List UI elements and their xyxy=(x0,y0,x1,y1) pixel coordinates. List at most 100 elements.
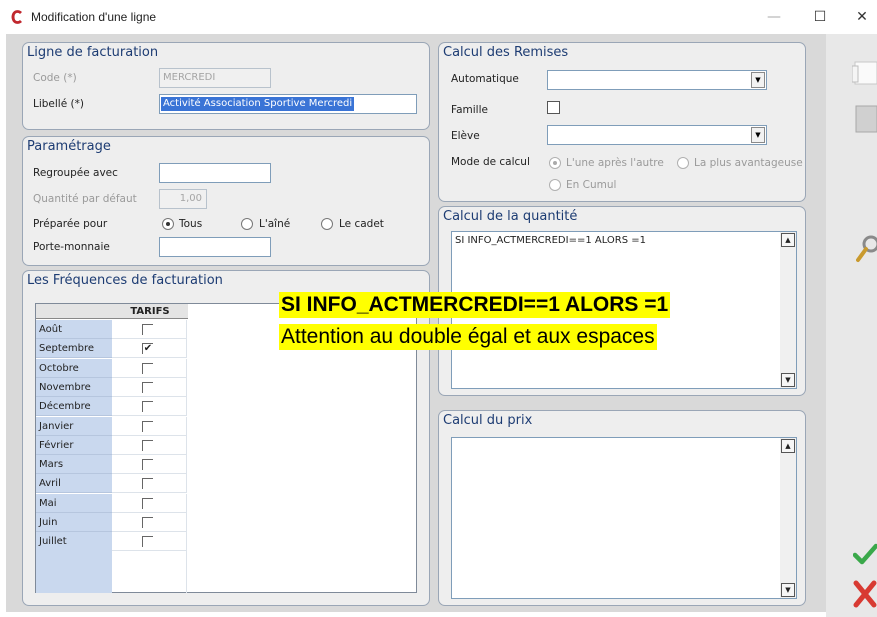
panel-title-remises: Calcul des Remises xyxy=(443,45,569,60)
close-button[interactable]: ✕ xyxy=(842,0,877,34)
scroll-down-icon[interactable]: ▼ xyxy=(781,583,795,597)
automatique-label: Automatique xyxy=(451,73,519,85)
radio-plus-avantageuse-label: La plus avantageuse xyxy=(694,157,803,169)
month-checkbox[interactable] xyxy=(142,459,153,470)
regroupee-label: Regroupée avec xyxy=(33,167,118,179)
month-label: Avril xyxy=(36,474,112,493)
radio-plus-avantageuse[interactable] xyxy=(677,157,689,169)
grid-empty-months xyxy=(36,547,112,593)
panel-parametrage: Paramétrage Regroupée avec Quantité par … xyxy=(22,136,430,266)
radio-aine-label: L'aîné xyxy=(259,218,291,230)
quantite-defaut-label: Quantité par défaut xyxy=(33,193,137,205)
month-checkbox[interactable] xyxy=(142,401,153,412)
copy-icon[interactable] xyxy=(852,58,877,134)
quantite-scrollbar[interactable]: ▲ ▼ xyxy=(780,232,796,388)
month-checkbox[interactable]: ✔ xyxy=(142,343,153,354)
minimize-button[interactable]: — xyxy=(754,0,794,34)
quantite-defaut-value: 1,00 xyxy=(179,193,202,204)
month-label: Juin xyxy=(36,513,112,532)
month-checkbox[interactable] xyxy=(142,517,153,528)
prix-scrollbar[interactable]: ▲ ▼ xyxy=(780,438,796,598)
validate-check-icon[interactable] xyxy=(853,543,877,565)
content-area: Ligne de facturation Code (*) MERCREDI L… xyxy=(6,34,826,612)
automatique-select[interactable]: ▼ xyxy=(547,70,767,90)
porte-monnaie-field[interactable] xyxy=(159,237,271,257)
panel-title-ligne: Ligne de facturation xyxy=(27,45,159,60)
eleve-select[interactable]: ▼ xyxy=(547,125,767,145)
panel-title-quantite: Calcul de la quantité xyxy=(443,209,578,224)
tarif-cell xyxy=(112,494,187,513)
tarif-cell xyxy=(112,378,187,397)
radio-en-cumul[interactable] xyxy=(549,179,561,191)
annotation-formula: SI INFO_ACTMERCREDI==1 ALORS =1 xyxy=(279,292,671,318)
panel-title-parametrage: Paramétrage xyxy=(27,139,111,154)
month-label: Octobre xyxy=(36,359,112,378)
annotation-warning: Attention au double égal et aux espaces xyxy=(279,324,657,350)
month-checkbox[interactable] xyxy=(142,363,153,374)
month-checkbox[interactable] xyxy=(142,382,153,393)
mode-calcul-label: Mode de calcul xyxy=(451,156,530,168)
panel-frequences: Les Fréquences de facturation TARIFS Aoû… xyxy=(22,270,430,606)
code-label: Code (*) xyxy=(33,72,77,84)
libelle-label: Libellé (*) xyxy=(33,98,84,110)
month-label: Décembre xyxy=(36,397,112,416)
famille-label: Famille xyxy=(451,104,488,116)
radio-tous-label: Tous xyxy=(179,218,203,230)
grid-header: TARIFS xyxy=(36,304,188,319)
radio-aine[interactable] xyxy=(241,218,253,230)
cancel-cross-icon[interactable] xyxy=(853,580,877,608)
eleve-label: Elève xyxy=(451,130,480,142)
scroll-up-icon[interactable]: ▲ xyxy=(781,233,795,247)
tarif-cell xyxy=(112,436,187,455)
tarif-cell xyxy=(112,474,187,493)
grid-empty-tarifs xyxy=(112,547,187,593)
radio-une-apres-autre-label: L'une après l'autre xyxy=(566,157,664,169)
month-checkbox[interactable] xyxy=(142,478,153,489)
window-title: Modification d'une ligne xyxy=(31,10,157,24)
tarifs-column-header: TARIFS xyxy=(130,306,170,317)
code-field: MERCREDI xyxy=(159,68,271,88)
month-checkbox[interactable] xyxy=(142,536,153,547)
magnifier-icon[interactable] xyxy=(856,230,877,274)
radio-tous[interactable] xyxy=(162,218,174,230)
tarif-cell xyxy=(112,417,187,436)
month-label: Mars xyxy=(36,455,112,474)
panel-title-frequences: Les Fréquences de facturation xyxy=(27,273,223,288)
action-strip xyxy=(826,34,877,617)
maximize-button[interactable]: ☐ xyxy=(800,0,840,34)
famille-checkbox[interactable] xyxy=(547,101,560,114)
tarif-cell xyxy=(112,513,187,532)
chevron-down-icon[interactable]: ▼ xyxy=(751,127,765,143)
scroll-down-icon[interactable]: ▼ xyxy=(781,373,795,387)
scroll-up-icon[interactable]: ▲ xyxy=(781,439,795,453)
month-checkbox[interactable] xyxy=(142,324,153,335)
quantite-defaut-field: 1,00 xyxy=(159,189,207,209)
app-logo-icon xyxy=(11,10,22,24)
code-value: MERCREDI xyxy=(163,72,216,83)
month-checkbox[interactable] xyxy=(142,498,153,509)
chevron-down-icon[interactable]: ▼ xyxy=(751,72,765,88)
month-label: Août xyxy=(36,320,112,339)
libelle-field[interactable]: Activité Association Sportive Mercredi xyxy=(159,94,417,114)
month-label: Novembre xyxy=(36,378,112,397)
month-label: Février xyxy=(36,436,112,455)
tarif-cell xyxy=(112,455,187,474)
panel-title-prix: Calcul du prix xyxy=(443,413,533,428)
panel-prix: Calcul du prix ▲ ▼ xyxy=(438,410,806,606)
month-label: Janvier xyxy=(36,417,112,436)
month-label: Septembre xyxy=(36,339,112,358)
title-bar: Modification d'une ligne — ☐ ✕ xyxy=(0,0,877,34)
panel-remises: Calcul des Remises Automatique ▼ Famille… xyxy=(438,42,806,202)
tarif-cell xyxy=(112,320,187,339)
month-checkbox[interactable] xyxy=(142,440,153,451)
month-label: Mai xyxy=(36,494,112,513)
radio-cadet[interactable] xyxy=(321,218,333,230)
prix-formula-editor[interactable]: ▲ ▼ xyxy=(451,437,797,599)
month-checkbox[interactable] xyxy=(142,421,153,432)
regroupee-field[interactable] xyxy=(159,163,271,183)
tarif-cell xyxy=(112,359,187,378)
radio-une-apres-autre[interactable] xyxy=(549,157,561,169)
libelle-value: Activité Association Sportive Mercredi xyxy=(161,97,355,111)
preparee-label: Préparée pour xyxy=(33,218,108,230)
radio-en-cumul-label: En Cumul xyxy=(566,179,617,191)
